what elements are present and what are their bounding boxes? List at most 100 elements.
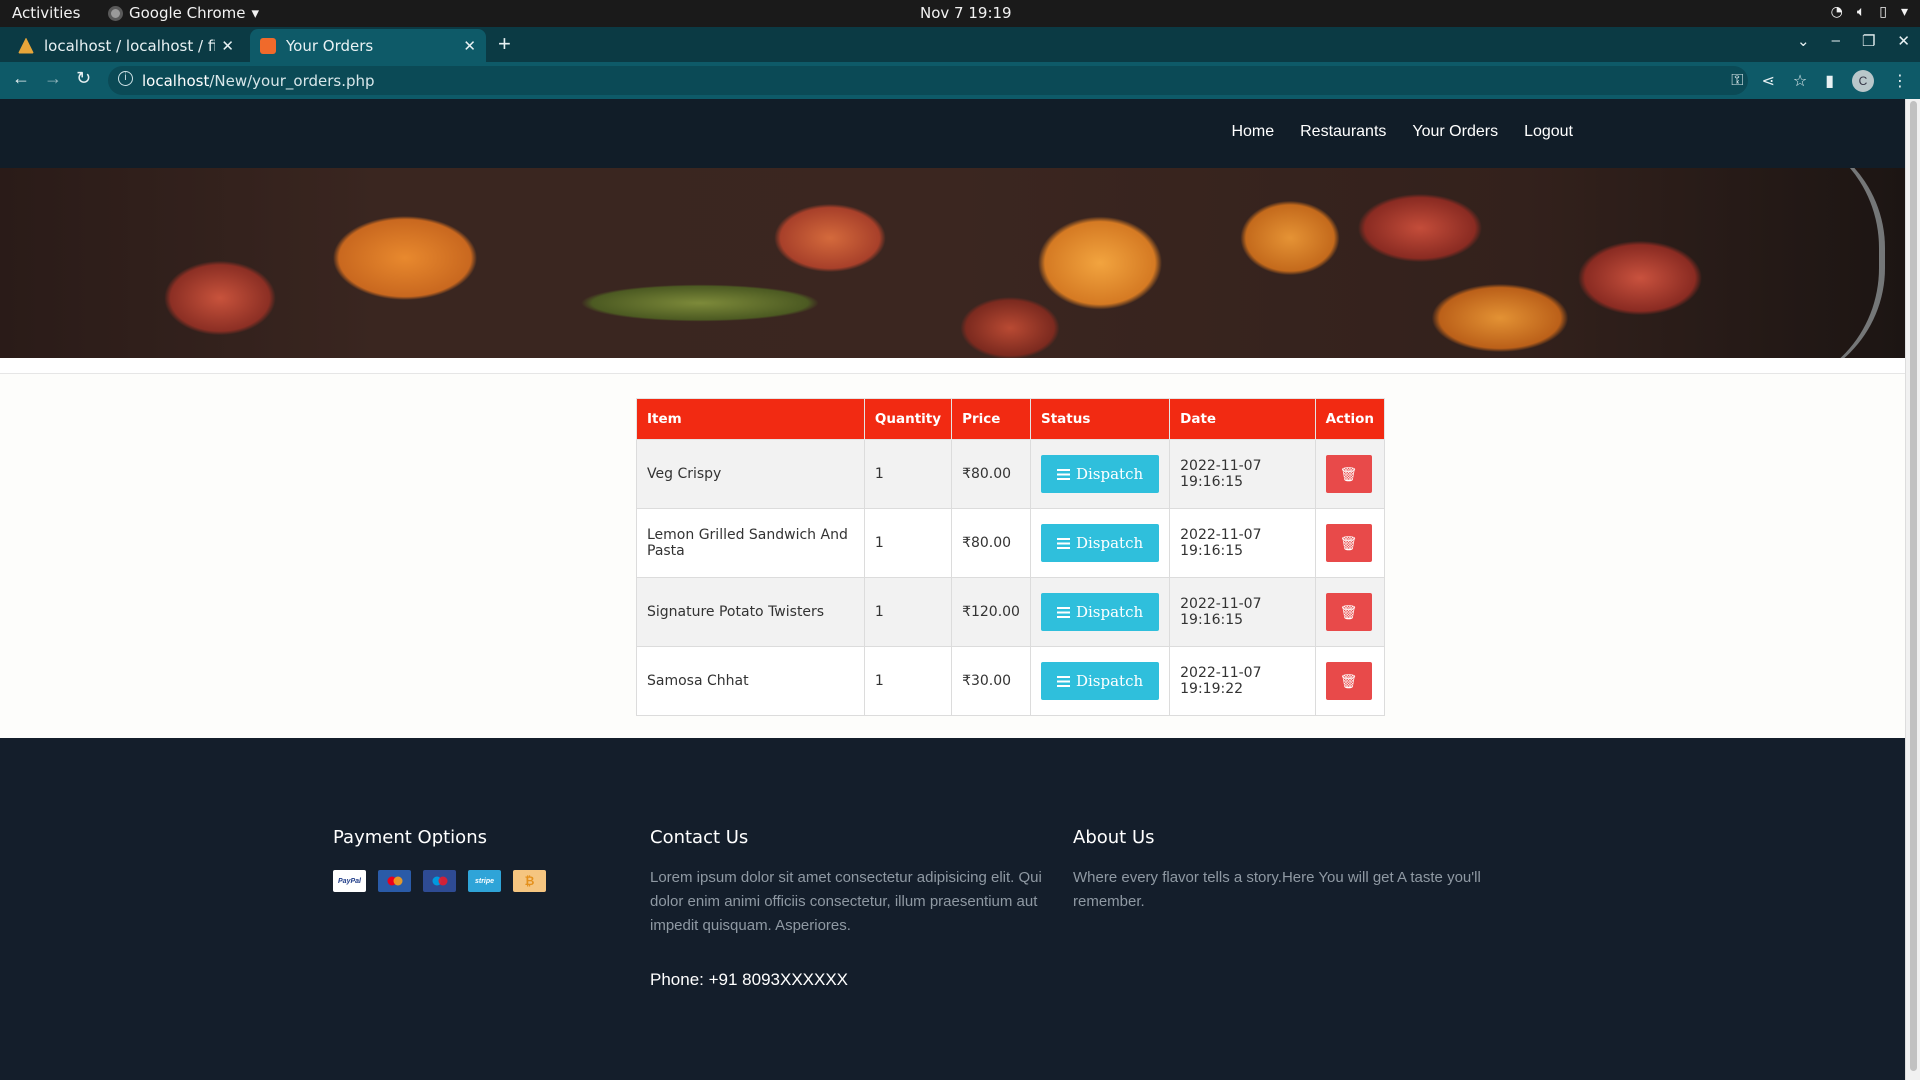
maximize-icon[interactable]: ❐ [1862,32,1875,50]
star-icon[interactable]: ☆ [1793,71,1807,91]
tab-title: Your Orders [286,36,374,55]
dispatch-button[interactable]: Dispatch [1040,524,1160,562]
about-section: About Us Where every flavor tells a stor… [1073,827,1523,914]
dispatch-button[interactable]: Dispatch [1040,455,1160,493]
contact-title: Contact Us [650,827,749,848]
close-icon[interactable]: ✕ [221,37,234,55]
column-header: Price [951,398,1031,440]
price-cell: ₹80.00 [951,439,1031,509]
orders-table: Item Quantity Price Status Date Action V… [636,398,1386,716]
column-header: Action [1314,398,1386,440]
dispatch-button[interactable]: Dispatch [1040,662,1160,700]
column-header: Date [1169,398,1316,440]
action-cell: 🗑︎ [1314,508,1386,578]
app-name: Google Chrome [129,4,246,22]
chrome-icon [108,5,123,21]
site-favicon-icon [260,37,276,54]
activities-button[interactable]: Activities [12,4,80,22]
toolbar-actions: ⚿ ⋖ ☆ ▮ C ⋮ [1731,70,1908,92]
table-row: Signature Potato Twisters 1 ₹120.00 Disp… [636,577,1386,647]
profile-avatar[interactable]: C [1852,70,1874,92]
clock[interactable]: Nov 7 19:19 [920,4,1012,22]
scrollbar-thumb[interactable] [1910,101,1917,1071]
site-footer: Payment Options PayPal stripe ₿ Contact … [0,738,1905,1080]
delete-button[interactable]: 🗑︎ [1325,524,1372,562]
column-header: Item [636,398,865,440]
app-menu[interactable]: Google Chrome ▾ [108,4,259,22]
tab-strip: localhost / localhost / fin_ ✕ Your Orde… [0,27,1920,62]
phpmyadmin-favicon-icon [18,37,34,54]
key-icon[interactable]: ⚿ [1731,72,1743,90]
delete-button[interactable]: 🗑︎ [1325,662,1372,700]
price-cell: ₹80.00 [951,508,1031,578]
nav-logout-link[interactable]: Logout [1524,123,1573,140]
menu-bars-icon [1056,468,1070,480]
menu-bars-icon [1056,537,1070,549]
close-icon[interactable]: ✕ [463,37,476,55]
delete-button[interactable]: 🗑︎ [1325,455,1372,493]
table-header-row: Item Quantity Price Status Date Action [636,398,1386,440]
trash-icon: 🗑︎ [1339,603,1358,620]
page-scrollbar[interactable] [1905,99,1920,1080]
payment-options-title: Payment Options [333,827,487,848]
dispatch-button[interactable]: Dispatch [1040,593,1160,631]
forward-arrow-icon[interactable]: → [44,68,62,89]
status-cell: Dispatch [1029,439,1171,509]
address-bar[interactable]: i localhost/New/your_orders.php [108,66,1748,95]
browser-toolbar: ← → ↻ i localhost/New/your_orders.php ⚿ … [0,62,1920,99]
paypal-card-icon: PayPal [333,870,366,892]
reload-icon[interactable]: ↻ [76,68,91,89]
hero-banner-image [0,168,1905,358]
payment-card-list: PayPal stripe ₿ [333,870,546,892]
item-cell: Samosa Chhat [636,646,865,716]
nav-your-orders-link[interactable]: Your Orders [1412,123,1498,140]
tab-your-orders[interactable]: Your Orders ✕ [250,29,486,62]
menu-bars-icon [1056,606,1070,618]
trash-icon: 🗑︎ [1339,465,1358,482]
system-tray[interactable]: ◔ 🔈︎ ▯ ▾ [1831,4,1908,20]
date-cell: 2022-11-07 19:19:22 [1169,646,1316,716]
delete-button[interactable]: 🗑︎ [1325,593,1372,631]
menu-bars-icon [1056,675,1070,687]
new-tab-button[interactable]: + [498,31,511,57]
volume-icon: 🔈︎ [1856,4,1866,20]
mastercard-card-icon [378,870,411,892]
item-cell: Veg Crispy [636,439,865,509]
date-cell: 2022-11-07 19:16:15 [1169,508,1316,578]
nav-home-link[interactable]: Home [1231,123,1274,140]
side-panel-icon[interactable]: ▮ [1825,71,1834,91]
tab-phpmyadmin[interactable]: localhost / localhost / fin_ ✕ [8,29,244,62]
divider [0,358,1905,374]
back-arrow-icon[interactable]: ← [12,68,30,89]
date-cell: 2022-11-07 19:16:15 [1169,577,1316,647]
action-cell: 🗑︎ [1314,439,1386,509]
nav-restaurants-link[interactable]: Restaurants [1300,123,1386,140]
site-info-icon[interactable]: i [118,71,133,86]
quantity-cell: 1 [863,646,953,716]
table-row: Lemon Grilled Sandwich And Pasta 1 ₹80.0… [636,508,1386,578]
tab-search-icon[interactable]: ⌄ [1797,32,1810,50]
stripe-card-icon: stripe [468,870,501,892]
maestro-card-icon [423,870,456,892]
bitcoin-card-icon: ₿ [513,870,546,892]
action-cell: 🗑︎ [1314,577,1386,647]
quantity-cell: 1 [863,508,953,578]
trash-icon: 🗑︎ [1339,534,1358,551]
minimize-icon[interactable]: – [1832,32,1840,50]
menu-kebab-icon[interactable]: ⋮ [1892,71,1908,91]
quantity-cell: 1 [863,439,953,509]
about-title: About Us [1073,827,1155,848]
site-navbar: Home Restaurants Your Orders Logout [0,99,1905,168]
status-cell: Dispatch [1029,508,1171,578]
about-text: Where every flavor tells a story.Here Yo… [1073,869,1481,910]
share-icon[interactable]: ⋖ [1761,71,1774,91]
quantity-cell: 1 [863,577,953,647]
os-top-bar: Activities Google Chrome ▾ Nov 7 19:19 ◔… [0,0,1920,27]
item-cell: Signature Potato Twisters [636,577,865,647]
price-cell: ₹30.00 [951,646,1031,716]
tab-title: localhost / localhost / fin_ [44,36,216,55]
close-window-icon[interactable]: ✕ [1897,32,1910,50]
url-text[interactable]: localhost/New/your_orders.php [142,72,375,90]
battery-icon: ▯ [1879,4,1887,20]
column-header: Status [1029,398,1171,440]
